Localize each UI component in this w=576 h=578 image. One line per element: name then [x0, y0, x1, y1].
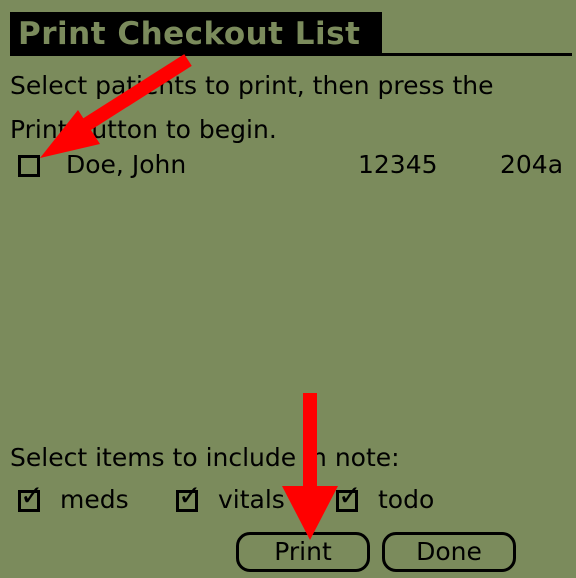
- patient-name: Doe, John: [66, 150, 187, 179]
- patient-room: 204a: [500, 150, 564, 179]
- window-title: Print Checkout List: [10, 12, 382, 56]
- check-icon: ✓: [338, 479, 362, 512]
- todo-label: todo: [378, 485, 435, 514]
- instructions-text: Select patients to print, then press the…: [10, 71, 494, 144]
- meds-label: meds: [60, 485, 129, 514]
- check-icon: ✓: [178, 479, 202, 512]
- vitals-label: vitals: [218, 485, 285, 514]
- done-button[interactable]: Done: [382, 532, 516, 572]
- title-underline: [10, 53, 572, 56]
- include-items-label: Select items to include in note:: [10, 443, 400, 472]
- patient-id: 12345: [358, 150, 438, 179]
- print-button[interactable]: Print: [236, 532, 370, 572]
- patient-row[interactable]: Doe, John 12345 204a: [18, 145, 574, 185]
- patient-checkbox[interactable]: [18, 155, 40, 177]
- check-icon: ✓: [20, 479, 44, 512]
- palm-screen: Print Checkout List Select patients to p…: [0, 0, 576, 578]
